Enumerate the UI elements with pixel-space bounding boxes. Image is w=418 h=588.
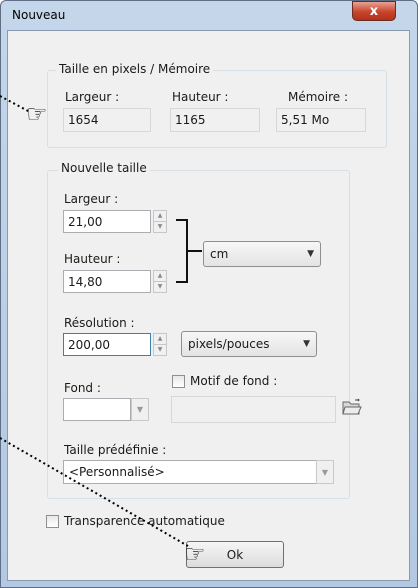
spin-down-icon[interactable]: ▼ <box>154 281 166 292</box>
transparency-checkbox[interactable] <box>46 515 59 528</box>
resolution-spinner[interactable]: ▲ ▼ <box>153 333 167 356</box>
original-height-value: 1165 <box>170 108 260 132</box>
background-color-dropdown[interactable]: ▼ <box>131 398 149 421</box>
pointing-hand-icon: ☞ <box>184 540 206 568</box>
new-width-label: Largeur : <box>64 192 119 206</box>
resolution-label: Résolution : <box>64 316 135 330</box>
preset-dropdown[interactable]: ▼ <box>316 460 334 484</box>
chevron-down-icon: ▼ <box>321 467 329 477</box>
close-button[interactable]: x <box>352 1 396 21</box>
original-height-label: Hauteur : <box>172 90 229 104</box>
chevron-down-icon: ▼ <box>303 339 310 349</box>
spin-up-icon[interactable]: ▲ <box>154 211 166 221</box>
ok-button-label: Ok <box>226 547 244 562</box>
pattern-field[interactable] <box>171 396 336 423</box>
new-width-input[interactable]: 21,00 <box>63 210 151 233</box>
pointing-hand-icon: ☞ <box>26 100 48 128</box>
resolution-unit-select[interactable]: pixels/pouces ▼ <box>181 331 317 357</box>
pattern-label: Motif de fond : <box>190 374 278 388</box>
chevron-down-icon: ▼ <box>136 405 144 414</box>
new-width-spinner[interactable]: ▲ ▼ <box>153 210 167 233</box>
spin-up-icon[interactable]: ▲ <box>154 271 166 281</box>
dialog-title: Nouveau <box>12 8 66 22</box>
link-bracket <box>176 219 188 283</box>
resolution-unit-value: pixels/pouces <box>188 337 270 351</box>
spin-down-icon[interactable]: ▼ <box>154 221 166 232</box>
memory-value: 5,51 Mo <box>276 108 366 132</box>
unit-select-value: cm <box>210 247 229 261</box>
background-label: Fond : <box>64 381 101 395</box>
memory-group-legend: Taille en pixels / Mémoire <box>56 62 214 76</box>
spin-up-icon[interactable]: ▲ <box>154 334 166 344</box>
unit-select[interactable]: cm ▼ <box>203 241 321 267</box>
folder-open-icon[interactable] <box>342 398 362 416</box>
close-icon: x <box>369 3 379 19</box>
resolution-input[interactable]: 200,00 <box>63 333 151 356</box>
new-height-spinner[interactable]: ▲ ▼ <box>153 270 167 293</box>
original-width-value: 1654 <box>63 108 151 132</box>
original-width-label: Largeur : <box>65 90 120 104</box>
new-height-input[interactable]: 14,80 <box>63 270 151 293</box>
background-color-select[interactable] <box>63 398 131 421</box>
link-bracket-stem <box>188 250 202 252</box>
new-height-label: Hauteur : <box>64 252 121 266</box>
pattern-checkbox[interactable] <box>172 375 185 388</box>
chevron-down-icon: ▼ <box>307 249 314 259</box>
spin-down-icon[interactable]: ▼ <box>154 344 166 355</box>
new-size-group-legend: Nouvelle taille <box>58 161 150 175</box>
preset-label: Taille prédéfinie : <box>64 443 167 457</box>
memory-label: Mémoire : <box>288 90 349 104</box>
preset-select[interactable]: <Personnalisé> <box>63 460 317 484</box>
transparency-label: Transparence automatique <box>64 514 225 528</box>
